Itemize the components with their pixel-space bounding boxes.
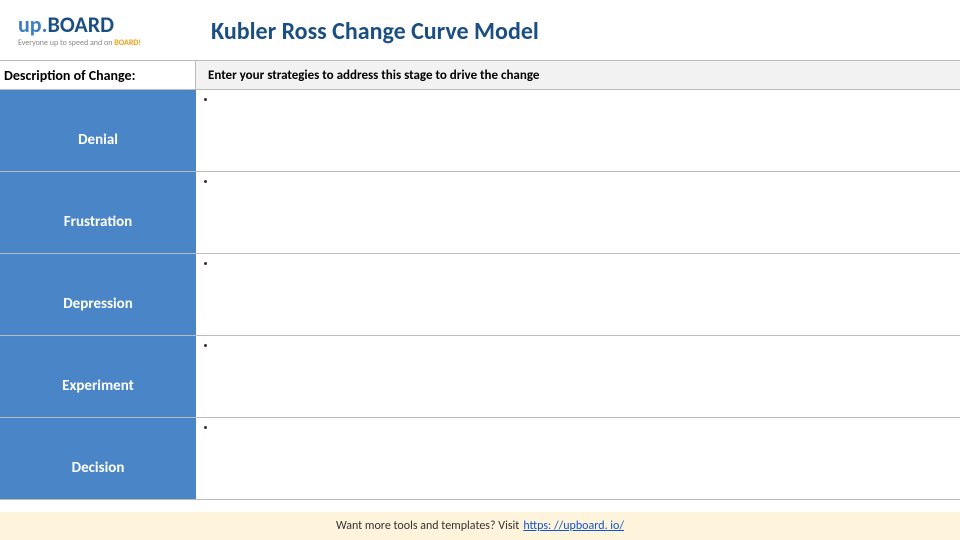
logo-main: BOARD [48, 11, 115, 38]
stage-content[interactable] [196, 172, 960, 253]
stage-label: Denial [0, 90, 196, 171]
logo: up.BOARD Everyone up to speed and on BOA… [18, 14, 141, 48]
tagline-pre: Everyone up to speed and on [18, 38, 114, 48]
stage-label: Decision [0, 418, 196, 499]
bullet-icon [204, 180, 207, 183]
description-label: Description of Change: [0, 61, 196, 89]
tagline-em: BOARD! [114, 38, 141, 48]
stage-row: Denial [0, 90, 960, 172]
description-row: Description of Change: Enter your strate… [0, 60, 960, 90]
stage-row: Depression [0, 254, 960, 336]
logo-tagline: Everyone up to speed and on BOARD! [18, 38, 141, 48]
stage-content[interactable] [196, 254, 960, 335]
bullet-icon [204, 344, 207, 347]
stage-row: Decision [0, 418, 960, 500]
stage-label: Frustration [0, 172, 196, 253]
stage-row: Experiment [0, 336, 960, 418]
footer-text: Want more tools and templates? Visit [336, 519, 519, 533]
logo-text: up.BOARD [18, 14, 141, 36]
stage-content[interactable] [196, 418, 960, 499]
bullet-icon [204, 262, 207, 265]
stage-content[interactable] [196, 336, 960, 417]
logo-prefix: up. [18, 11, 48, 38]
bullet-icon [204, 426, 207, 429]
bullet-icon [204, 98, 207, 101]
stage-content[interactable] [196, 90, 960, 171]
page-title: Kubler Ross Change Curve Model [211, 17, 539, 46]
stage-label: Depression [0, 254, 196, 335]
stage-row: Frustration [0, 172, 960, 254]
footer: Want more tools and templates? Visit htt… [0, 512, 960, 540]
description-input[interactable]: Enter your strategies to address this st… [196, 61, 960, 89]
footer-link[interactable]: https: //upboard. io/ [523, 519, 624, 533]
stage-label: Experiment [0, 336, 196, 417]
header: up.BOARD Everyone up to speed and on BOA… [0, 0, 960, 60]
